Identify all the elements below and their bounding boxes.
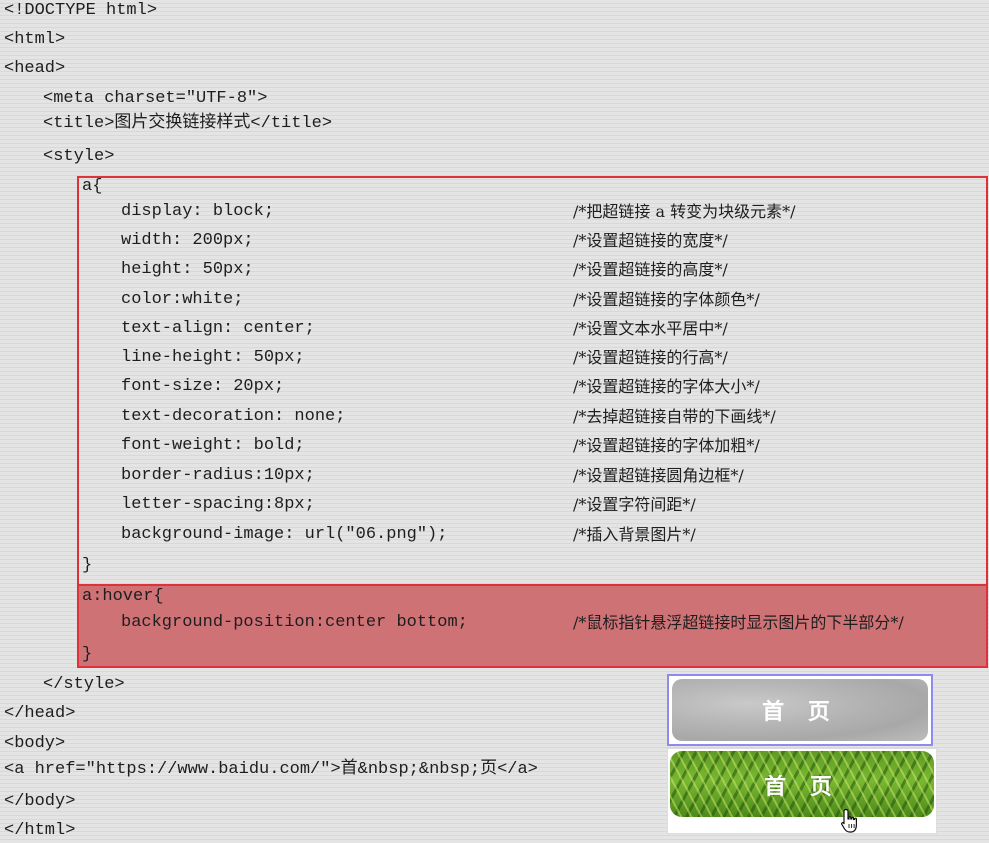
preview-link-hover-state[interactable]: 首 页 (667, 748, 937, 834)
code-line-anchor: <a href="https://www.baidu.com/">首&nbsp;… (4, 760, 538, 779)
css-comment: /*鼠标指针悬浮超链接时显示图片的下半部分*/ (573, 613, 904, 632)
hand-pointer-icon (841, 808, 857, 833)
css-declaration: text-align: center; (121, 319, 315, 338)
code-line-hover-close: } (82, 645, 93, 664)
css-declaration: color:white; (121, 290, 244, 309)
code-line-a-selector: a{ (82, 177, 103, 196)
css-declaration: text-decoration: none; (121, 407, 346, 426)
code-line-html-open: <html> (4, 30, 66, 49)
css-comment: /*去掉超链接自带的下画线*/ (573, 407, 776, 426)
css-comment: /*设置超链接的字体大小*/ (573, 377, 760, 396)
code-line-a-close: } (82, 556, 93, 575)
code-line-head-open: <head> (4, 59, 66, 78)
css-comment: /*设置超链接的字体加粗*/ (573, 436, 760, 455)
css-comment: /*设置超链接的字体颜色*/ (573, 290, 760, 309)
css-declaration: font-weight: bold; (121, 436, 305, 455)
css-declaration: display: block; (121, 202, 275, 221)
css-comment: /*设置字符间距*/ (573, 495, 696, 514)
code-line-head-close: </head> (4, 704, 76, 723)
css-comment: /*设置文本水平居中*/ (573, 319, 728, 338)
css-comment: /*设置超链接圆角边框*/ (573, 466, 744, 485)
css-declaration: background-image: url("06.png"); (121, 525, 448, 544)
css-declaration: font-size: 20px; (121, 377, 285, 396)
css-declaration: background-position:center bottom; (121, 613, 468, 632)
css-declaration: border-radius:10px; (121, 466, 315, 485)
code-line-style-open: <style> (43, 147, 115, 166)
code-line-meta: <meta charset="UTF-8"> (43, 89, 268, 108)
css-declaration: letter-spacing:8px; (121, 495, 315, 514)
css-declaration: height: 50px; (121, 260, 254, 279)
preview-link-normal-state[interactable]: 首 页 (667, 674, 933, 746)
code-line-title: <title>图片交换链接样式</title> (43, 114, 333, 133)
code-line-body-open: <body> (4, 734, 66, 753)
css-comment: /*把超链接 a 转变为块级元素*/ (573, 202, 796, 221)
code-line-style-close: </style> (43, 675, 125, 694)
link-label-hover: 首 页 (764, 774, 840, 800)
css-comment: /*设置超链接的行高*/ (573, 348, 728, 367)
highlight-divider (79, 584, 986, 586)
code-line-hover-selector: a:hover{ (82, 587, 164, 606)
css-comment: /*插入背景图片*/ (573, 525, 696, 544)
link-label-normal: 首 页 (762, 699, 838, 725)
css-declaration: line-height: 50px; (121, 348, 305, 367)
code-line-html-close: </html> (4, 821, 76, 840)
css-comment: /*设置超链接的高度*/ (573, 260, 728, 279)
code-line-body-close: </body> (4, 792, 76, 811)
css-comment: /*设置超链接的宽度*/ (573, 231, 728, 250)
css-declaration: width: 200px; (121, 231, 254, 250)
code-line-doctype: <!DOCTYPE html> (4, 1, 158, 20)
